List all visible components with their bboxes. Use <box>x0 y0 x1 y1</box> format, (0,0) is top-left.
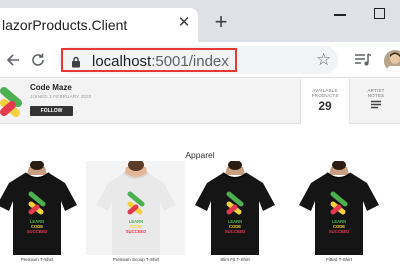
product-card[interactable]: LEARN CODE SUCCEED Premium Scoop T-Shirt <box>86 161 186 262</box>
product-card[interactable]: LEARN CODE SUCCEED Slim Fit T-Shirt <box>185 161 285 262</box>
browser-tab[interactable]: lazorProducts.Client ✕ <box>0 8 198 42</box>
available-products-count: 29 <box>318 99 332 113</box>
product-image: LEARNCODESUCCEED <box>86 161 186 255</box>
close-tab-icon[interactable]: ✕ <box>176 15 192 31</box>
available-products-stat[interactable]: AVAILABLE PRODUCTS 29 <box>300 79 350 124</box>
artist-notes-stat[interactable]: ARTIST NOTES <box>352 79 400 124</box>
url-text: localhost:5001/index <box>92 53 229 70</box>
tab-title: lazorProducts.Client <box>2 17 128 33</box>
new-tab-icon[interactable]: + <box>211 11 231 33</box>
back-arrow-icon[interactable] <box>2 42 24 78</box>
joined-date: JOINED 1 FEBRUARY 2020 <box>30 94 92 99</box>
lock-icon[interactable] <box>71 55 81 73</box>
brand-name: Code Maze <box>30 83 72 92</box>
reload-icon[interactable] <box>27 42 49 78</box>
notes-lines-icon <box>371 100 381 109</box>
product-image: LEARNCODESUCCEED <box>0 161 87 255</box>
profile-avatar[interactable] <box>384 50 400 72</box>
product-name: Premium Scoop T-Shirt <box>112 257 160 262</box>
product-name: Slim Fit T-Shirt <box>220 257 250 262</box>
follow-button[interactable]: FOLLOW <box>30 106 73 116</box>
minimize-window-icon[interactable] <box>334 14 346 16</box>
product-image: LEARNCODESUCCEED <box>289 161 389 255</box>
maximize-window-icon[interactable] <box>374 8 385 19</box>
shop-header: Code Maze JOINED 1 FEBRUARY 2020 FOLLOW … <box>0 79 400 124</box>
address-bar[interactable]: localhost:5001/index ☆ <box>58 46 338 74</box>
shirt-print-line3: SUCCEED <box>225 229 245 234</box>
product-name: Fitted T-Shirt <box>326 257 352 262</box>
shirt-print-line3: SUCCEED <box>329 229 349 234</box>
product-card[interactable]: LEARN CODE SUCCEED Premium T-Shirt <box>0 161 87 262</box>
browser-toolbar: localhost:5001/index ☆ <box>0 42 400 78</box>
available-products-label: AVAILABLE PRODUCTS <box>311 88 339 98</box>
media-playlist-icon[interactable] <box>352 42 374 78</box>
shirt-print-line3: SUCCEED <box>126 229 146 234</box>
product-card[interactable]: LEARN CODE SUCCEED Fitted T-Shirt <box>289 161 389 262</box>
code-maze-logo <box>0 82 28 125</box>
shirt-print-line3: SUCCEED <box>27 229 47 234</box>
product-name: Premium T-Shirt <box>20 257 54 262</box>
section-title: Apparel <box>185 150 215 160</box>
url-path: :5001/index <box>151 53 229 70</box>
product-image: LEARNCODESUCCEED <box>185 161 285 255</box>
browser-tab-strip: lazorProducts.Client ✕ + <box>0 0 400 42</box>
artist-notes-label: ARTIST NOTES <box>367 88 385 98</box>
bookmark-star-icon[interactable]: ☆ <box>316 51 331 69</box>
page-content: Code Maze JOINED 1 FEBRUARY 2020 FOLLOW … <box>0 79 400 264</box>
url-host: localhost <box>92 53 152 70</box>
